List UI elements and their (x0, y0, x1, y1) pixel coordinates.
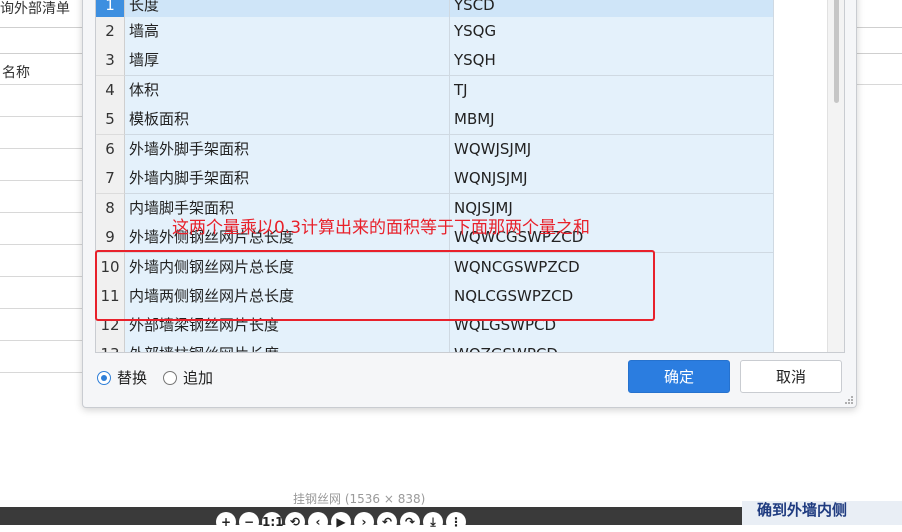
variable-select-dialog: 1 长度 YSCD 2 墙高 YSQG 3 墙厚 YSQH 4 体积 TJ 5 … (82, 0, 857, 408)
zoom-in-icon[interactable]: + (216, 512, 236, 532)
table-row[interactable]: 4 体积 TJ (96, 76, 776, 106)
row-name: 墙厚 (125, 46, 450, 76)
mode-radio-group: 替换 追加 (97, 367, 229, 388)
scrollbar-thumb[interactable] (834, 0, 839, 103)
row-name: 外墙内脚手架面积 (125, 164, 450, 194)
play-icon[interactable]: ▶ (331, 512, 351, 532)
background-row-line (0, 340, 82, 341)
background-row-line (0, 372, 82, 373)
row-name: 体积 (125, 76, 450, 106)
background-row-line (0, 276, 82, 277)
radio-replace-label[interactable]: 替换 (117, 367, 147, 388)
table-scrollbar[interactable] (827, 0, 844, 352)
row-code: TJ (450, 76, 774, 106)
annotation-highlight-box (95, 250, 655, 321)
background-row-line (0, 244, 82, 245)
row-index: 13 (96, 340, 125, 352)
background-row-line (0, 308, 82, 309)
row-code: WQWJSJMJ (450, 135, 774, 165)
background-row-line (0, 148, 82, 149)
background-row-line (0, 212, 82, 213)
table-row[interactable]: 5 模板面积 MBMJ (96, 105, 776, 135)
row-index: 4 (96, 76, 125, 106)
row-code: WQZGSWPCD (450, 340, 774, 352)
ok-button[interactable]: 确定 (628, 360, 730, 393)
table-row[interactable]: 3 墙厚 YSQH (96, 46, 776, 76)
radio-append[interactable] (163, 370, 178, 385)
table-row[interactable]: 2 墙高 YSQG (96, 17, 776, 47)
row-name: 模板面积 (125, 105, 450, 135)
annotation-text: 这两个量乘以0.3计算出来的面积等于下面那两个量之和 (172, 218, 591, 238)
radio-replace[interactable] (97, 370, 111, 385)
row-code: YSQG (450, 17, 774, 47)
background-window-title: 询外部清单 (0, 1, 70, 17)
background-row-line (0, 180, 82, 181)
background-row-line (855, 84, 902, 85)
background-row-line (0, 84, 82, 85)
resize-grip-icon[interactable] (844, 395, 854, 405)
download-icon[interactable]: ⤓ (423, 512, 443, 532)
row-name: 墙高 (125, 17, 450, 47)
background-row-line (0, 116, 82, 117)
cancel-button[interactable]: 取消 (740, 360, 842, 393)
row-index: 5 (96, 105, 125, 135)
row-name: 外部墙柱钢丝网片长度 (125, 340, 450, 352)
row-name: 外墙外脚手架面积 (125, 135, 450, 165)
row-code: MBMJ (450, 105, 774, 135)
table-row[interactable]: 7 外墙内脚手架面积 WQNJSJMJ (96, 164, 776, 194)
table-row[interactable]: 13 外部墙柱钢丝网片长度 WQZGSWPCD (96, 340, 776, 352)
background-column-name: 名称 (2, 65, 30, 81)
radio-append-label[interactable]: 追加 (183, 367, 213, 388)
table-row[interactable]: 6 外墙外脚手架面积 WQWJSJMJ (96, 135, 776, 165)
next-icon[interactable]: › (354, 512, 374, 532)
previous-icon[interactable]: ‹ (308, 512, 328, 532)
viewer-thumbnail-text: 确到外墙内侧 (757, 501, 848, 519)
row-index: 2 (96, 17, 125, 47)
zoom-out-icon[interactable]: − (239, 512, 259, 532)
rotate-right-icon[interactable]: ↷ (400, 512, 420, 532)
row-code: YSQH (450, 46, 774, 76)
rotate-left-icon[interactable]: ↶ (377, 512, 397, 532)
row-index: 7 (96, 164, 125, 194)
viewer-caption: 挂钢丝网 (1536 × 838) (293, 492, 426, 506)
row-code: WQNJSJMJ (450, 164, 774, 194)
actual-size-icon[interactable]: 1:1 (262, 512, 284, 532)
viewer-toolbar: + − 1:1 ⟲ ‹ ▶ › ↶ ↷ ⤓ ⋮ (216, 512, 466, 532)
row-index: 3 (96, 46, 125, 76)
row-index: 9 (96, 223, 125, 253)
row-index: 8 (96, 194, 125, 224)
reset-icon[interactable]: ⟲ (285, 512, 305, 532)
row-index: 6 (96, 135, 125, 165)
more-icon[interactable]: ⋮ (446, 512, 466, 532)
